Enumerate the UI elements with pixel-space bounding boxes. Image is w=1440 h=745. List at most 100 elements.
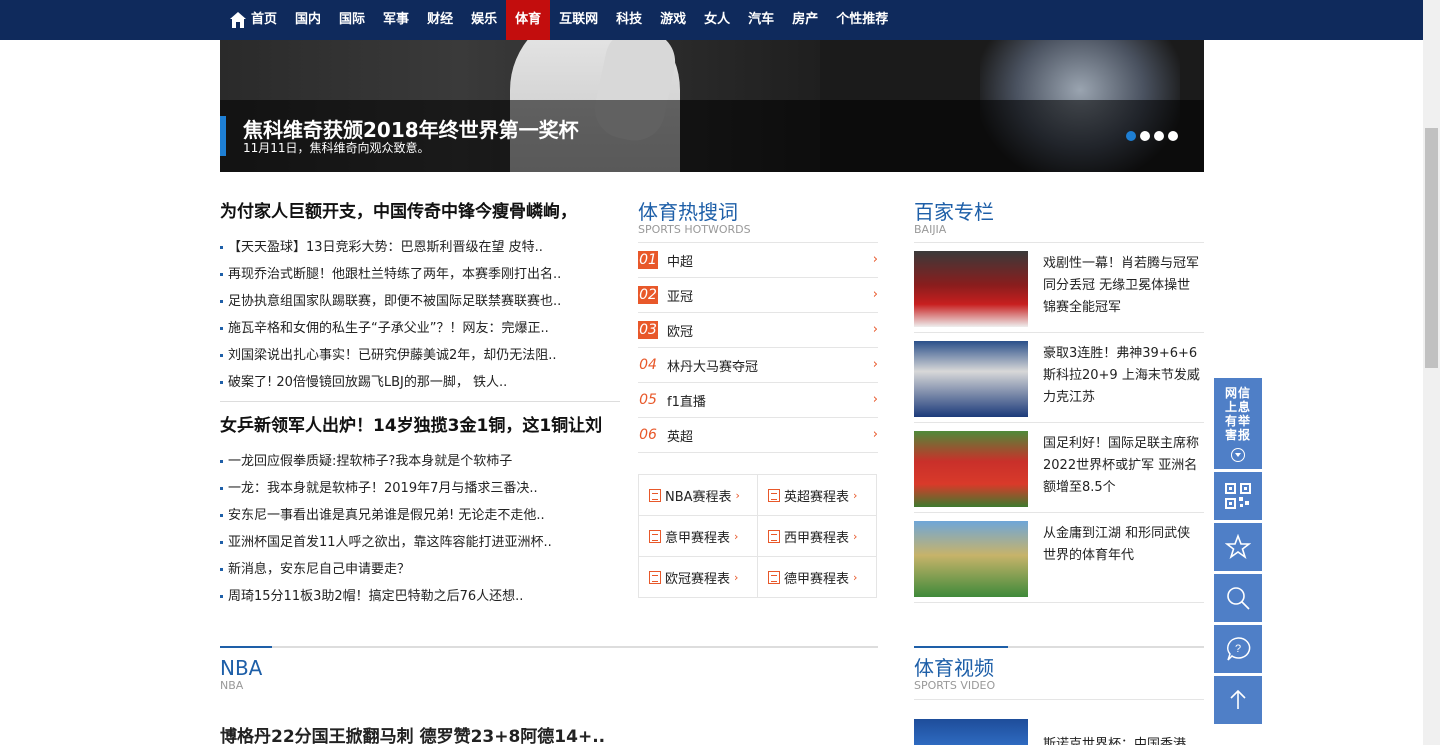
chevron-right-icon: › [872, 287, 878, 302]
schedule-link[interactable]: 德甲赛程表 › [758, 557, 877, 597]
news-list-item[interactable]: 施瓦辛格和女佣的私生子“子承父业”？！网友：完爆正.. [220, 315, 620, 342]
hero-carousel[interactable]: 焦科维奇获颁2018年终世界第一奖杯 11月11日，焦科维奇向观众致意。 [220, 40, 1204, 172]
nav-item[interactable]: 女人 [695, 0, 739, 40]
nav-label: 个性推荐 [836, 12, 889, 27]
news-list-item[interactable]: 新消息，安东尼自己申请要走？ [220, 556, 620, 583]
nba-section-header: NBA NBA [220, 656, 262, 692]
divider [220, 401, 620, 402]
baijia-subtitle: BAIJIA [914, 223, 947, 236]
schedule-link[interactable]: NBA赛程表 › [639, 475, 758, 516]
news-list: 【天天盈球】13日竞彩大势：巴恩斯利晋级在望 皮特.. 再现乔治式断腿！他跟杜兰特… [220, 234, 620, 396]
news-list-item[interactable]: 刘国梁说出扎心事实！已研究伊藤美诚2年，却仍无法阻.. [220, 342, 620, 369]
nav-label: 体育 [515, 12, 542, 27]
baijia-thumbnail[interactable] [914, 521, 1028, 597]
document-icon [649, 570, 661, 584]
nav-item[interactable]: 科技 [607, 0, 651, 40]
carousel-dot[interactable] [1168, 131, 1178, 141]
nav-item[interactable]: 个性推荐 [827, 0, 897, 40]
news-list-item[interactable]: 周琦15分11板3助2帽！搞定巴特勒之后76人还想.. [220, 583, 620, 610]
news-list-item[interactable]: 破案了! 20倍慢镜回放踢飞LBJ的那一脚， 铁人.. [220, 369, 620, 396]
baijia-item[interactable]: 从金庸到江湖 和形同武侠世界的体育年代 [914, 513, 1204, 603]
chevron-right-icon: › [853, 488, 858, 502]
nav-item[interactable]: 军事 [374, 0, 418, 40]
hotword-row[interactable]: 02 亚冠 › [638, 278, 878, 313]
hotword-row[interactable]: 05 f1直播 › [638, 383, 878, 418]
chevron-right-icon: › [872, 322, 878, 337]
hotword-row[interactable]: 04 林丹大马赛夺冠 › [638, 348, 878, 383]
schedule-grid: NBA赛程表 › 英超赛程表 › 意甲赛程表 › 西甲赛程表 › 欧冠赛程表 › 德甲赛程表 › [638, 474, 877, 598]
baijia-item[interactable]: 戏剧性一幕！肖若腾与冠军同分丢冠 无缘卫冕体操世锦赛全能冠军 [914, 243, 1204, 333]
back-to-top-button[interactable] [1214, 676, 1262, 724]
video-section-rule [914, 646, 1204, 648]
nav-item[interactable]: 互联网 [550, 0, 607, 40]
nav-label: 财经 [427, 12, 454, 27]
hotword-rank: 03 [638, 321, 658, 339]
baijia-item-title[interactable]: 豪取3连胜！弗神39+6+6斯科拉20+9 上海末节发威力克江苏 [1043, 343, 1203, 409]
baijia-item-title[interactable]: 国足利好！国际足联主席称2022世界杯或扩军 亚洲名额增至8.5个 [1043, 433, 1203, 499]
news-headline[interactable]: 为付家人巨额开支，中国传奇中锋今瘦骨嶙峋， [220, 200, 620, 224]
nav-item[interactable]: 汽车 [739, 0, 783, 40]
nav-item[interactable]: 财经 [418, 0, 462, 40]
chevron-down-icon [1231, 447, 1245, 462]
hotword-rank: 04 [639, 357, 657, 373]
report-button[interactable]: 网信上息有举害报 [1214, 378, 1262, 469]
schedule-link[interactable]: 意甲赛程表 › [639, 516, 758, 557]
baijia-thumbnail[interactable] [914, 431, 1028, 507]
schedule-link[interactable]: 西甲赛程表 › [758, 516, 877, 557]
nba-title[interactable]: NBA [220, 656, 262, 680]
nav-item[interactable]: 国际 [330, 0, 374, 40]
news-list-item[interactable]: 安东尼一事看出谁是真兄弟谁是假兄弟! 无论走不走他.. [220, 502, 620, 529]
carousel-dot[interactable] [1154, 131, 1164, 141]
nav-label: 汽车 [748, 12, 775, 27]
news-list-item[interactable]: 亚洲杯国足首发11人呼之欲出，靠这阵容能打进亚洲杯.. [220, 529, 620, 556]
video-thumbnail[interactable] [914, 719, 1028, 745]
news-list-item[interactable]: 足协执意组国家队踢联赛，即便不被国际足联禁赛联赛也.. [220, 288, 620, 315]
favorite-button[interactable] [1214, 523, 1262, 571]
nav-item[interactable]: 房产 [783, 0, 827, 40]
scrollbar-thumb[interactable] [1425, 128, 1438, 368]
news-list-item[interactable]: 一龙：我本身就是软柿子！2019年7月与播求三番决.. [220, 475, 620, 502]
schedule-link[interactable]: 欧冠赛程表 › [639, 557, 758, 597]
hotword-text: 英超 [667, 429, 694, 445]
news-headline[interactable]: 女乒新领军人出炉！14岁独揽3金1铜，这1铜让刘 [220, 414, 620, 438]
baijia-item-title[interactable]: 戏剧性一幕！肖若腾与冠军同分丢冠 无缘卫冕体操世锦赛全能冠军 [1043, 253, 1203, 319]
schedule-link[interactable]: 英超赛程表 › [758, 475, 877, 516]
video-subtitle: SPORTS VIDEO [914, 679, 996, 692]
vertical-scrollbar[interactable] [1423, 0, 1440, 745]
video-section-header: 体育视频 SPORTS VIDEO [914, 656, 1204, 700]
feedback-button[interactable]: ? [1214, 625, 1262, 673]
carousel-dots [1126, 131, 1178, 141]
chevron-right-icon: › [734, 570, 739, 584]
hotword-row[interactable]: 03 欧冠 › [638, 313, 878, 348]
nav-item[interactable]: 娱乐 [462, 0, 506, 40]
news-list-item[interactable]: 再现乔治式断腿！他跟杜兰特练了两年，本赛季刚打出名.. [220, 261, 620, 288]
search-button[interactable] [1214, 574, 1262, 622]
video-item-title[interactable]: 斯诺克世界杯：中国香港 [1043, 733, 1186, 745]
schedule-label: 欧冠赛程表 [665, 571, 731, 587]
top-nav: 首页 国内 国际 军事 财经 娱乐 体育 互联网 科技 游戏 女人 汽车 房产 个性推荐 [0, 0, 1423, 40]
baijia-thumbnail[interactable] [914, 251, 1028, 327]
nav-home[interactable]: 首页 [220, 0, 286, 40]
hotword-text: f1直播 [667, 394, 706, 410]
news-list-item[interactable]: 一龙回应假拳质疑:捏软柿子?我本身就是个软柿子 [220, 448, 620, 475]
carousel-dot[interactable] [1140, 131, 1150, 141]
schedule-label: 英超赛程表 [784, 489, 850, 505]
chevron-right-icon: › [853, 570, 858, 584]
baijia-item-title[interactable]: 从金庸到江湖 和形同武侠世界的体育年代 [1043, 523, 1203, 567]
nav-item[interactable]: 国内 [286, 0, 330, 40]
qr-code-button[interactable] [1214, 472, 1262, 520]
schedule-label: 西甲赛程表 [784, 530, 850, 546]
baijia-item[interactable]: 豪取3连胜！弗神39+6+6斯科拉20+9 上海末节发威力克江苏 [914, 333, 1204, 423]
news-list-item[interactable]: 【天天盈球】13日竞彩大势：巴恩斯利晋级在望 皮特.. [220, 234, 620, 261]
nav-item[interactable]: 体育 [506, 0, 551, 40]
hotwords-title: 体育热搜词 [638, 200, 738, 224]
baijia-item[interactable]: 国足利好！国际足联主席称2022世界杯或扩军 亚洲名额增至8.5个 [914, 423, 1204, 513]
hotword-row[interactable]: 01 中超 › [638, 243, 878, 278]
baijia-thumbnail[interactable] [914, 341, 1028, 417]
nba-headline[interactable]: 博格丹22分国王掀翻马刺 德罗赞23+8阿德14+.. [220, 722, 605, 745]
nav-item[interactable]: 游戏 [651, 0, 695, 40]
chevron-right-icon: › [872, 357, 878, 372]
hotword-row[interactable]: 06 英超 › [638, 418, 878, 453]
chevron-right-icon: › [853, 529, 858, 543]
carousel-dot[interactable] [1126, 131, 1136, 141]
